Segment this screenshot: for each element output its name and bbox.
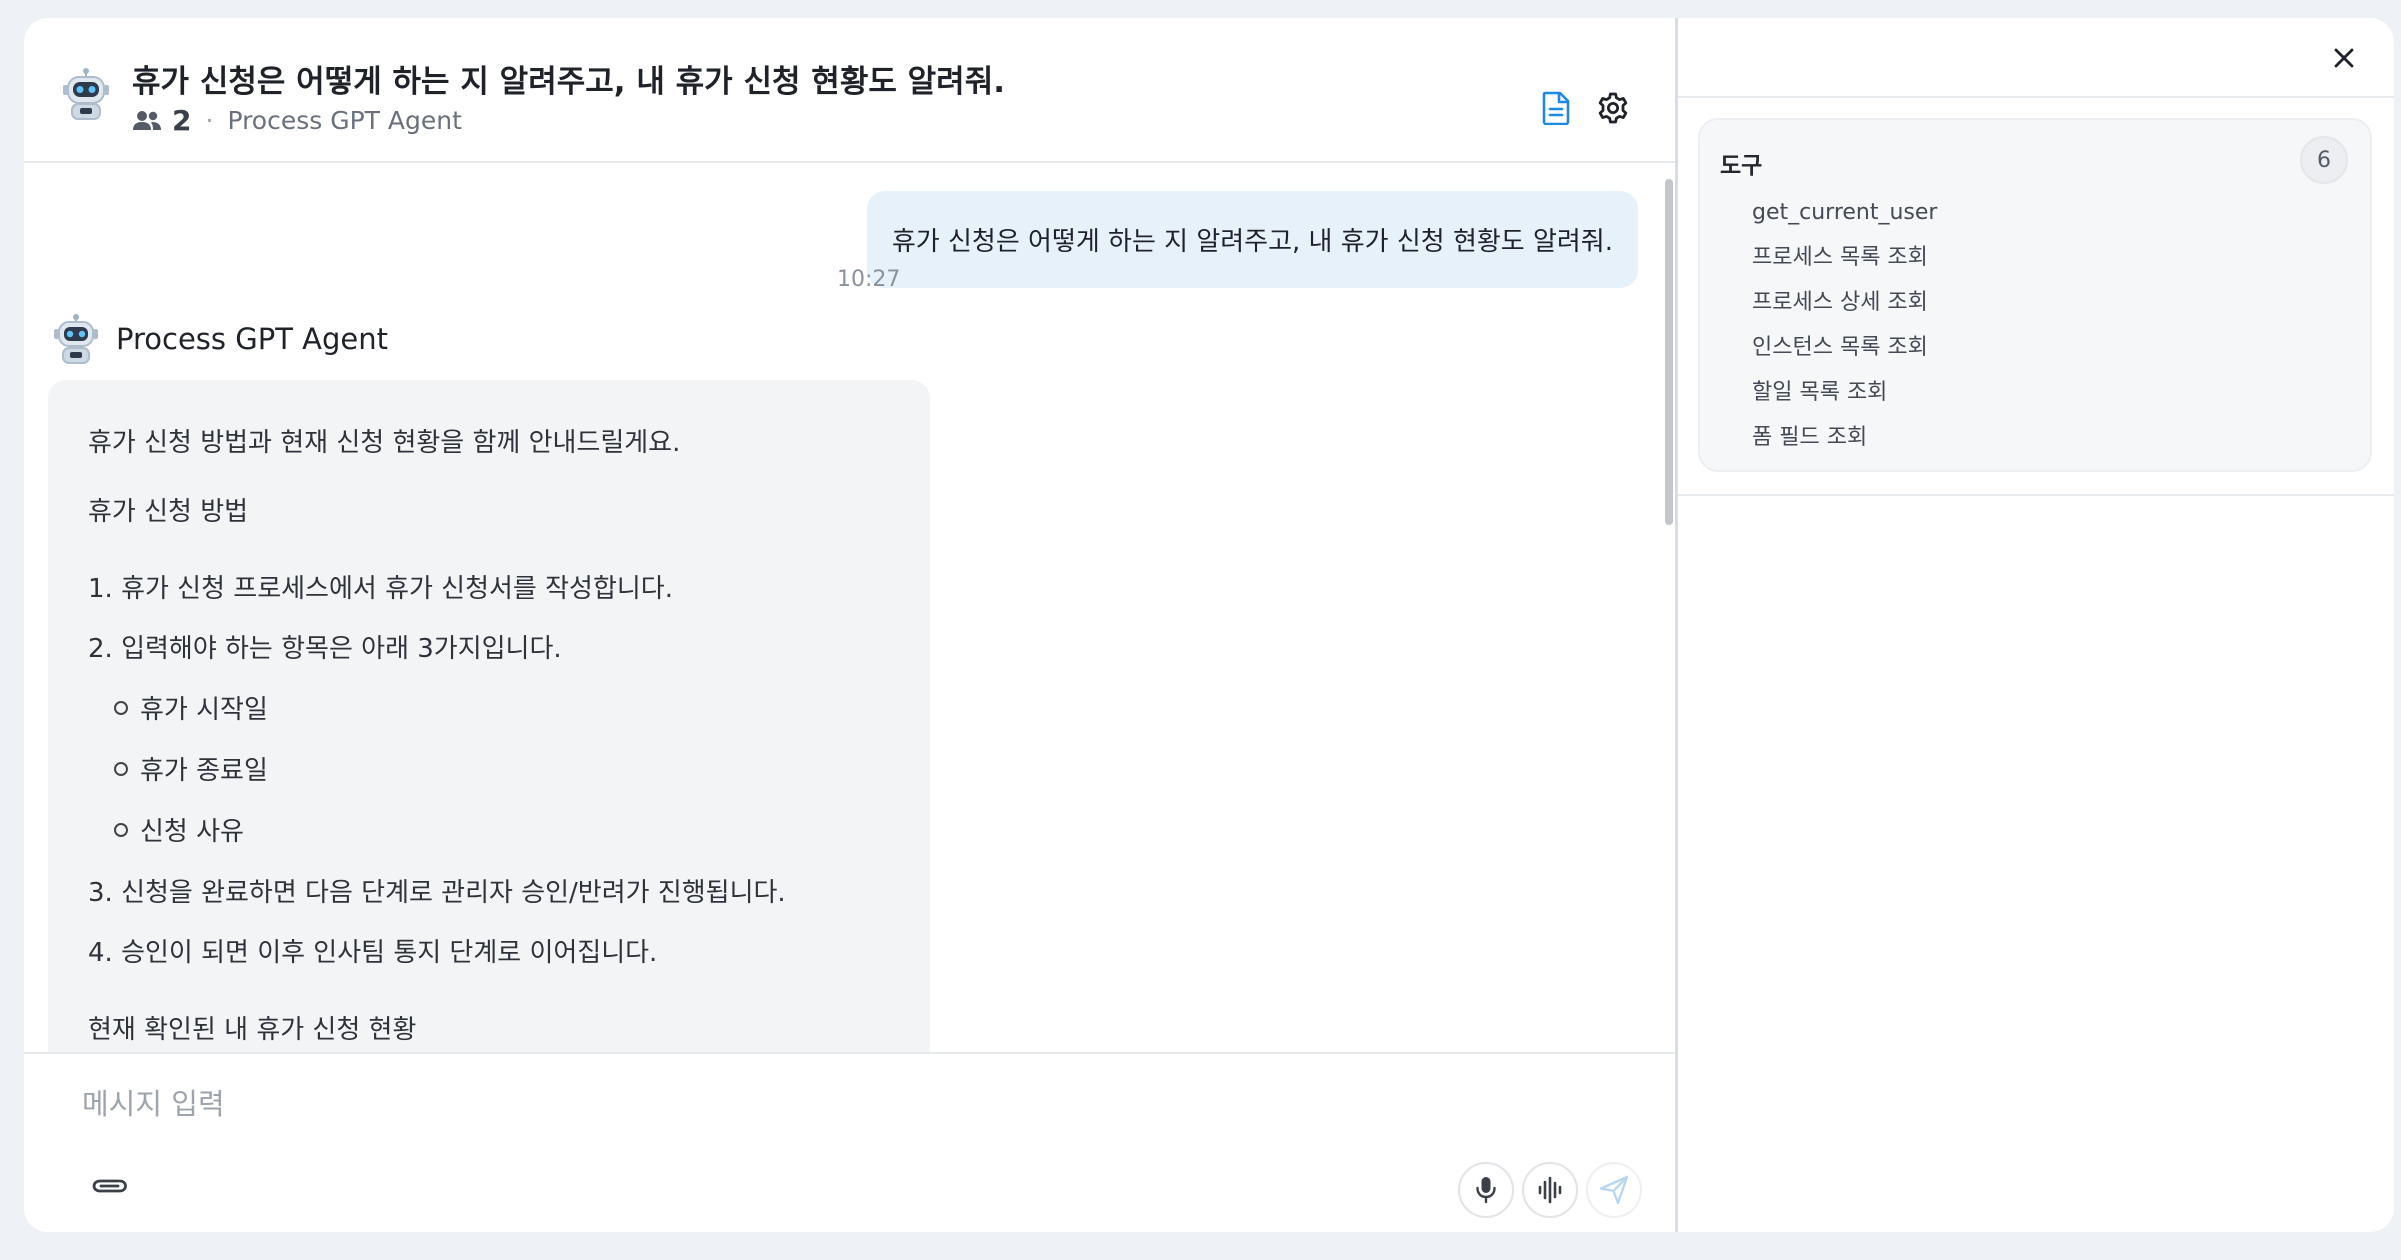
message-timestamp: 10:27: [837, 267, 901, 292]
side-panel-separator: [1678, 494, 2394, 496]
sub-list-item: 신청 사유: [114, 811, 244, 848]
agent-message-header: Process GPT Agent: [52, 313, 388, 365]
tool-item[interactable]: get_current_user: [1752, 198, 1937, 243]
tool-item[interactable]: 폼 필드 조회: [1752, 423, 1937, 468]
member-count: 2: [172, 104, 192, 137]
tool-item[interactable]: 할일 목록 조회: [1752, 378, 1937, 423]
agent-status-title: 현재 확인된 내 휴가 신청 현황: [88, 1015, 417, 1045]
message-input[interactable]: [80, 1076, 1280, 1132]
chat-subtitle: 2 · Process GPT Agent: [132, 104, 462, 137]
user-message-bubble: 휴가 신청은 어떻게 하는 지 알려주고, 내 휴가 신청 현황도 알려줘.: [866, 191, 1638, 288]
agent-message-bubble: 휴가 신청 방법과 현재 신청 현황을 함께 안내드릴게요. 휴가 신청 방법 …: [48, 380, 930, 1053]
send-button[interactable]: [1586, 1162, 1642, 1218]
sub-list-item: 휴가 종료일: [114, 750, 268, 787]
chat-window: 휴가 신청은 어떻게 하는 지 알려주고, 내 휴가 신청 현황도 알려줘. 2…: [24, 18, 1676, 1232]
side-panel-header: [1678, 18, 2394, 98]
document-button[interactable]: [1536, 88, 1576, 128]
close-icon: [2334, 48, 2354, 68]
scrollbar-thumb[interactable]: [1665, 179, 1673, 525]
voice-mode-button[interactable]: [1522, 1162, 1578, 1218]
step-item: 4. 승인이 되면 이후 인사팀 통지 단계로 이어집니다.: [88, 938, 658, 968]
gear-icon: [1598, 92, 1628, 124]
chat-title: 휴가 신청은 어떻게 하는 지 알려주고, 내 휴가 신청 현황도 알려줘.: [132, 64, 1005, 100]
waveform-icon: [1538, 1176, 1562, 1204]
paperclip-icon: [92, 1179, 127, 1193]
sub-list-item: 휴가 시작일: [114, 689, 268, 726]
tool-list: get_current_user 프로세스 목록 조회 프로세스 상세 조회 인…: [1752, 198, 1937, 468]
tools-card: 도구 6 get_current_user 프로세스 목록 조회 프로세스 상세…: [1698, 118, 2372, 472]
document-icon: [1542, 91, 1570, 125]
agent-intro-text: 휴가 신청 방법과 현재 신청 현황을 함께 안내드릴게요.: [88, 428, 681, 458]
subtitle-separator: ·: [205, 106, 214, 135]
message-list: 휴가 신청은 어떻게 하는 지 알려주고, 내 휴가 신청 현황도 알려줘. 1…: [24, 165, 1664, 1053]
user-message-text: 휴가 신청은 어떻게 하는 지 알려주고, 내 휴가 신청 현황도 알려줘.: [891, 227, 1613, 257]
send-icon: [1599, 1175, 1629, 1205]
chat-header: 휴가 신청은 어떻게 하는 지 알려주고, 내 휴가 신청 현황도 알려줘. 2…: [24, 18, 1676, 163]
tool-item[interactable]: 프로세스 목록 조회: [1752, 243, 1937, 288]
agent-name: Process GPT Agent: [116, 322, 388, 356]
robot-avatar-icon: [63, 68, 109, 120]
tool-item[interactable]: 프로세스 상세 조회: [1752, 288, 1937, 333]
side-panel: 도구 6 get_current_user 프로세스 목록 조회 프로세스 상세…: [1678, 18, 2394, 1232]
attach-button[interactable]: [84, 1166, 136, 1206]
tool-item[interactable]: 인스턴스 목록 조회: [1752, 333, 1937, 378]
header-agent-name: Process GPT Agent: [227, 106, 462, 135]
agent-section-title: 휴가 신청 방법: [88, 497, 249, 527]
settings-button[interactable]: [1593, 88, 1633, 128]
composer: [24, 1052, 1676, 1232]
tools-title: 도구: [1720, 153, 1763, 179]
tools-count-badge: 6: [2300, 136, 2348, 184]
close-panel-button[interactable]: [2324, 38, 2364, 78]
microphone-button[interactable]: [1458, 1162, 1514, 1218]
people-icon: [133, 110, 161, 130]
step-item: 3. 신청을 완료하면 다음 단계로 관리자 승인/반려가 진행됩니다.: [88, 878, 786, 908]
robot-avatar-icon: [54, 314, 98, 364]
microphone-icon: [1476, 1177, 1496, 1204]
message-scrollbar[interactable]: [1662, 165, 1676, 1053]
step-item: 1. 휴가 신청 프로세스에서 휴가 신청서를 작성합니다.: [88, 574, 673, 604]
step-item: 2. 입력해야 하는 항목은 아래 3가지입니다.: [88, 634, 562, 664]
